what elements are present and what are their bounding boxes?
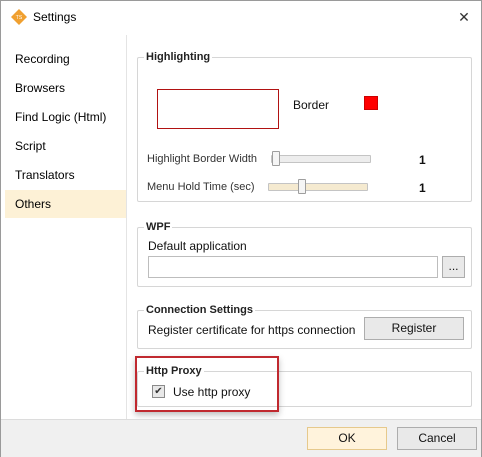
border-width-slider-thumb[interactable] [272, 151, 280, 166]
settings-window: TS Settings ✕ Recording Browsers Find Lo… [0, 0, 482, 457]
settings-sidebar: Recording Browsers Find Logic (Html) Scr… [5, 35, 127, 420]
app-logo-icon: TS [11, 9, 27, 25]
wpf-title: WPF [144, 221, 173, 233]
menu-hold-time-value: 1 [419, 181, 426, 195]
border-color-swatch[interactable] [364, 96, 378, 110]
border-width-value: 1 [419, 153, 426, 167]
connection-settings-title: Connection Settings [144, 304, 255, 316]
dialog-footer: OK Cancel [1, 419, 481, 457]
sidebar-item-translators[interactable]: Translators [5, 161, 127, 189]
svg-text:TS: TS [16, 15, 23, 21]
sidebar-divider [126, 35, 127, 421]
sidebar-item-script[interactable]: Script [5, 132, 127, 160]
menu-hold-time-slider[interactable] [268, 183, 368, 191]
sidebar-item-recording[interactable]: Recording [5, 45, 127, 73]
default-application-label: Default application [148, 239, 247, 253]
default-application-input[interactable] [148, 256, 438, 278]
register-button[interactable]: Register [364, 317, 464, 340]
menu-hold-time-slider-thumb[interactable] [298, 179, 306, 194]
sidebar-item-others[interactable]: Others [5, 190, 127, 218]
close-icon[interactable]: ✕ [453, 6, 475, 28]
highlighting-title: Highlighting [144, 51, 213, 63]
border-preview [157, 89, 279, 129]
border-width-label: Highlight Border Width [147, 153, 258, 165]
border-label: Border [293, 98, 330, 112]
title-bar: TS Settings ✕ [1, 1, 481, 33]
sidebar-item-browsers[interactable]: Browsers [5, 74, 127, 102]
browse-button[interactable]: ... [442, 256, 465, 278]
highlight-frame [135, 356, 279, 412]
sidebar-item-find-logic[interactable]: Find Logic (Html) [5, 103, 127, 131]
register-certificate-label: Register certificate for https connectio… [148, 323, 356, 337]
menu-hold-time-label: Menu Hold Time (sec) [147, 181, 255, 193]
window-title: Settings [33, 10, 77, 24]
cancel-button[interactable]: Cancel [397, 427, 477, 450]
ok-button[interactable]: OK [307, 427, 387, 450]
border-width-slider[interactable] [271, 155, 371, 163]
